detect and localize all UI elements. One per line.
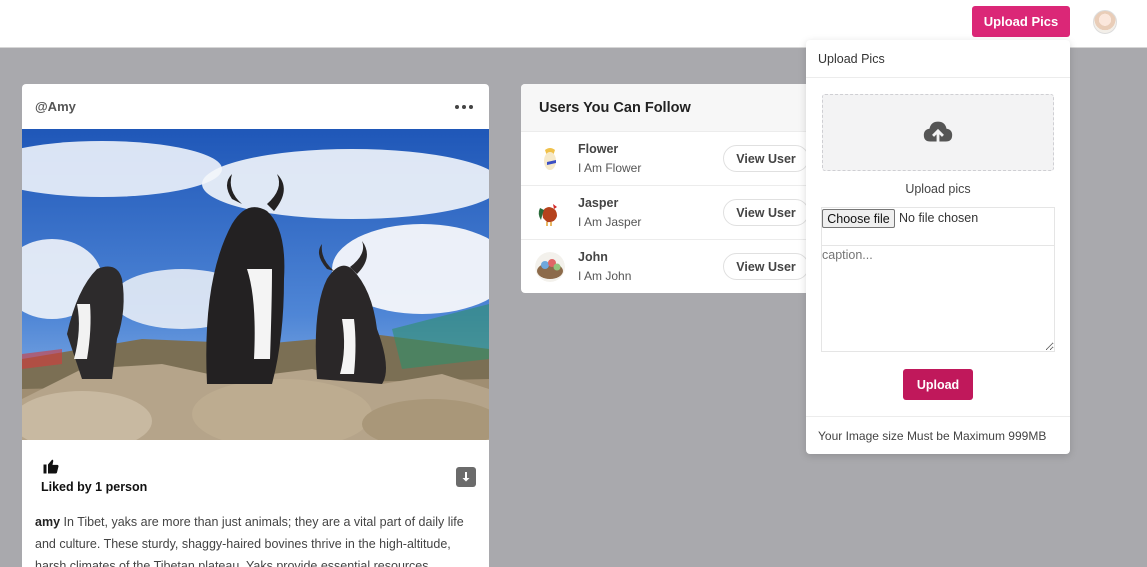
view-user-button[interactable]: View User bbox=[723, 145, 809, 172]
choose-file-button[interactable]: Choose file bbox=[822, 209, 895, 228]
caption-author[interactable]: amy bbox=[35, 515, 60, 529]
follow-user-name[interactable]: Jasper bbox=[578, 196, 618, 210]
post-username[interactable]: @Amy bbox=[35, 99, 76, 114]
upload-dropzone[interactable] bbox=[822, 94, 1054, 171]
follow-card-title: Users You Can Follow bbox=[521, 84, 821, 132]
user-avatar[interactable] bbox=[1093, 10, 1117, 34]
no-file-chosen-text: No file chosen bbox=[899, 211, 979, 225]
post-actions: Liked by 1 person bbox=[22, 440, 489, 502]
likes-count-text: Liked by 1 person bbox=[41, 480, 148, 494]
user-avatar[interactable] bbox=[535, 198, 565, 228]
panel-title: Upload Pics bbox=[806, 40, 1070, 78]
more-dots-icon[interactable] bbox=[455, 104, 477, 109]
follow-user-name[interactable]: John bbox=[578, 250, 608, 264]
follow-suggestions-card: Users You Can Follow Flower I Am Flower … bbox=[521, 84, 821, 293]
upload-pics-panel: Upload Pics Upload pics Choose file No f… bbox=[806, 40, 1070, 454]
post-header: @Amy bbox=[22, 84, 489, 129]
user-avatar[interactable] bbox=[535, 252, 565, 282]
follow-user-row: Jasper I Am Jasper View User bbox=[521, 186, 821, 240]
follow-user-bio: I Am Jasper bbox=[578, 215, 642, 229]
caption-text: In Tibet, yaks are more than just animal… bbox=[35, 515, 464, 567]
thumbs-up-icon[interactable] bbox=[42, 457, 60, 475]
size-limit-note: Your Image size Must be Maximum 999MB bbox=[806, 416, 1070, 454]
follow-user-row: John I Am John View User bbox=[521, 240, 821, 293]
download-icon[interactable] bbox=[456, 467, 476, 487]
file-input: Choose file No file chosen bbox=[821, 207, 1055, 245]
follow-user-row: Flower I Am Flower View User bbox=[521, 132, 821, 186]
view-user-button[interactable]: View User bbox=[723, 253, 809, 280]
view-user-button[interactable]: View User bbox=[723, 199, 809, 226]
cloud-upload-icon bbox=[923, 121, 953, 146]
follow-user-name[interactable]: Flower bbox=[578, 142, 618, 156]
upload-pics-button[interactable]: Upload Pics bbox=[972, 6, 1070, 37]
follow-user-bio: I Am John bbox=[578, 269, 632, 283]
post-image bbox=[22, 129, 489, 440]
post-caption: amy In Tibet, yaks are more than just an… bbox=[22, 502, 489, 567]
user-avatar[interactable] bbox=[535, 144, 565, 174]
post-card: @Amy Liked by 1 person amy In Tibet, yak… bbox=[22, 84, 489, 567]
dropzone-label: Upload pics bbox=[905, 182, 971, 196]
caption-input[interactable] bbox=[821, 245, 1055, 352]
follow-user-bio: I Am Flower bbox=[578, 161, 642, 175]
upload-submit-button[interactable]: Upload bbox=[903, 369, 973, 400]
